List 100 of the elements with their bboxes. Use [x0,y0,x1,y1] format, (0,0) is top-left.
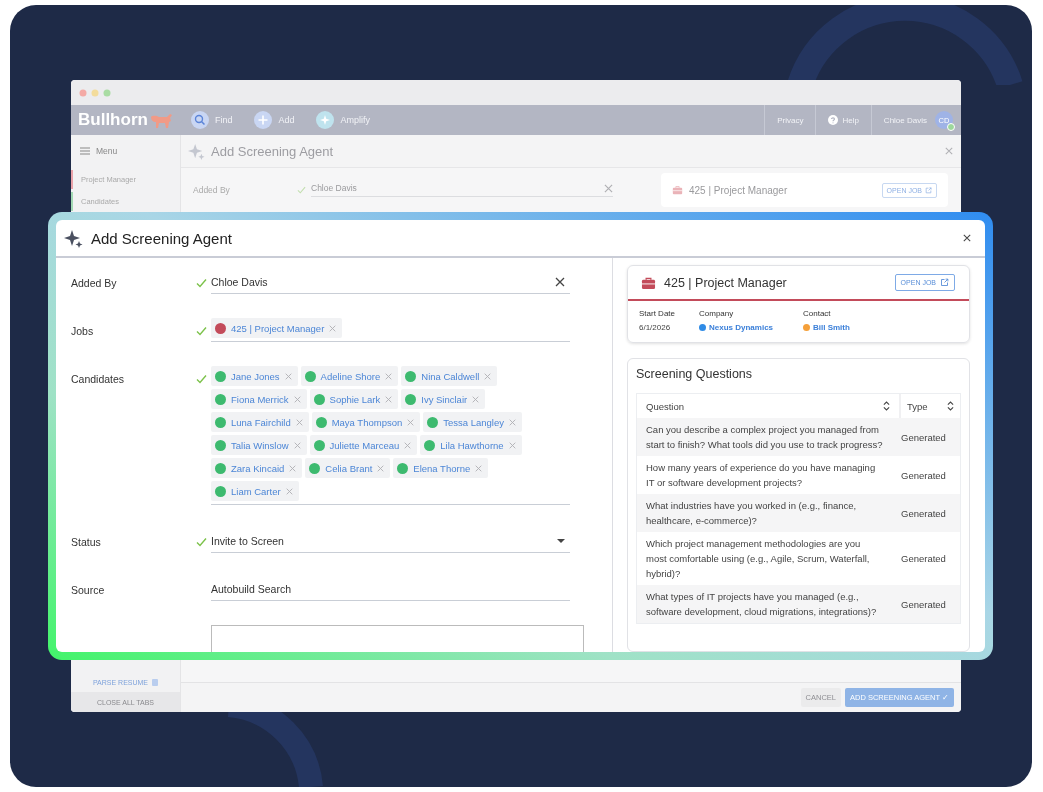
sparkle-icon [316,111,335,129]
chip-label: Zara Kincaid [231,462,285,474]
chip-label: Juliette Marceau [329,439,400,451]
external-link-icon [940,278,949,287]
remove-icon [509,418,516,426]
remove-icon [385,395,393,403]
chip-label: Jane Jones [231,370,280,382]
field-label: Candidates [71,372,126,385]
table-cell-text: Can you describe a complex project you managed from start to finish? What tools did you use to track progress? [645,423,884,452]
chip-label: Sophie Lark [329,393,381,405]
close-icon [945,147,953,155]
table-cell-text: Generated [900,506,947,521]
chip-label: Lila Hawthorne [440,439,504,451]
text-field[interactable]: Chloe Davis [311,183,613,197]
file-icon [152,678,159,686]
chip-label: Celia Brant [325,462,373,474]
nav-link[interactable]: Add [254,111,295,129]
tag-chip[interactable]: Luna Fairchild [211,412,309,432]
tag-chip[interactable]: Lila Hawthorne [420,435,522,455]
chip-field[interactable] [211,366,570,505]
sort-icon [947,401,954,411]
menu-button[interactable]: Menu [71,135,180,167]
tag-chip[interactable]: Juliette Marceau [309,435,418,455]
table-cell-text: What industries have you worked in (e.g., finance, healthcare, e-commerce)? [645,499,858,528]
menu-icon [80,147,90,155]
chip-label: Liam Carter [231,485,281,497]
check-icon [297,186,306,194]
detail-label: Start Date [639,309,676,318]
detail-label: Company [699,309,735,318]
detail-link[interactable]: Nexus Dynamics [709,323,774,332]
sparkle-icon [64,228,83,248]
detail-link[interactable]: Bill Smith [813,323,850,332]
table-cell-text: Generated [900,597,947,612]
chip-label: 425 | Project Manager [231,322,325,334]
chip-field[interactable]: 425 | Project Manager [211,318,570,342]
text-field[interactable]: Chloe Davis [211,270,570,294]
job-title: 425 | Project Manager [664,275,787,290]
card-title: Screening Questions [636,367,754,381]
chip-label: Ivy Sinclair [421,393,468,405]
remove-icon [293,441,301,449]
tag-chip[interactable]: 425 | Project Manager [211,318,343,338]
plus-icon [254,111,273,129]
briefcase-icon [641,275,656,290]
table-cell-text: Generated [900,430,947,445]
remove-icon [508,441,516,449]
panel-title: Add Screening Agent [211,143,334,159]
table-cell-text: Generated [900,552,947,566]
detail-label: Contact [803,309,832,318]
clear-icon [604,183,613,193]
tag-chip[interactable]: Talia Winslow [211,435,307,455]
close-icon [963,234,971,242]
remove-icon [472,395,480,403]
chip-label: Talia Winslow [231,439,289,451]
field-label: Source [71,583,106,596]
external-link-icon [925,186,932,194]
chip-label: Tessa Langley [443,416,504,428]
logo-text: Bullhorn [78,110,148,130]
text-field[interactable]: Autobuild Search [211,577,570,601]
chip-label: Fiona Merrick [231,393,289,405]
remove-icon [475,464,483,472]
table-cell-text: Generated [900,468,947,483]
table-cell-text: What types of IT projects have you managed (e.g., software development, cloud migrations, integrations)? [645,590,878,619]
detail-value: 6/1/2026 [639,323,671,332]
table-cell-text: Which project management methodologies are you most comfortable using (e.g., Agile, Scrum, Waterfall, hybrid)? [645,537,871,581]
briefcase-icon [672,185,683,195]
tag-chip[interactable]: Zara Kincaid [211,458,303,478]
chip-label: Elena Thorne [413,462,471,474]
tag-chip[interactable]: Celia Brant [305,458,391,478]
tag-chip[interactable]: Maya Thompson [311,412,421,432]
modal-title: Add Screening Agent [91,229,232,247]
select-field[interactable]: Invite to Screen [211,529,570,553]
sort-icon [883,401,890,411]
field-label: Added By [193,185,231,195]
chip-label: Nina Caldwell [421,370,480,382]
tag-chip[interactable]: Nina Caldwell [401,366,498,386]
tag-chip[interactable]: Jane Jones [211,366,298,386]
remove-icon [284,372,292,380]
tag-chip[interactable]: Ivy Sinclair [401,389,486,409]
remove-icon [407,418,415,426]
chip-label: Luna Fairchild [231,416,291,428]
remove-icon [285,487,293,495]
help-icon [828,115,839,125]
table-cell-text: How many years of experience do you have managing IT or software development projects? [645,461,877,490]
chip-label: Maya Thompson [331,416,403,428]
tag-chip[interactable]: Sophie Lark [309,389,399,409]
tag-chip[interactable]: Liam Carter [211,481,299,501]
field-label: Added By [71,276,118,289]
field-label: Jobs [71,324,95,337]
sparkle-icon [188,142,205,160]
remove-icon [295,418,303,426]
tag-chip[interactable]: Fiona Merrick [211,389,307,409]
nav-link[interactable]: Find [190,111,233,129]
tag-chip[interactable]: Elena Thorne [393,458,489,478]
job-title: 425 | Project Manager [689,184,788,196]
dropdown-caret-icon [557,538,565,543]
remove-icon [329,324,337,332]
tag-chip[interactable]: Adeline Shore [300,366,399,386]
tag-chip[interactable]: Tessa Langley [423,412,522,432]
remove-icon [293,395,301,403]
remove-icon [289,464,297,472]
